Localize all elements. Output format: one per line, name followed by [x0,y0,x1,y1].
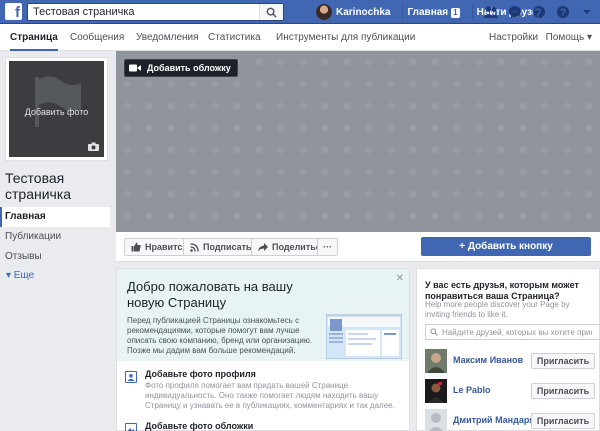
profile-photo-icon [125,371,137,383]
search-button[interactable] [259,4,283,20]
close-icon[interactable]: ✕ [396,273,404,284]
step-title: Добавьте фото обложки [145,421,254,431]
svg-text:?: ? [560,8,566,19]
page-title[interactable]: Тестовая страничка [5,170,113,202]
globe-icon [533,6,545,18]
welcome-panel: ✕ Добро пожаловать на вашу новую Страниц… [116,268,410,431]
messenger-icon [509,6,521,18]
invite-friends-subtitle: Help more people discover your Page by i… [425,300,570,319]
page-illustration-icon [326,314,402,359]
thumbs-up-icon [131,242,141,252]
cover-photo-area: Добавить обложку [116,51,600,232]
top-navigation-bar: f Karinochka Главная1 Найти друзей [0,0,600,24]
invite-friends-title: У вас есть друзья, которым может понрави… [425,280,579,301]
left-page-navigation: Главная Публикации Отзывы ▾ Еще [0,207,110,285]
question-mark-icon: ? [557,6,569,19]
tab-settings[interactable]: Настройки [489,24,538,51]
welcome-header: ✕ Добро пожаловать на вашу новую Страниц… [117,269,409,361]
add-button-button[interactable]: + Добавить кнопку [421,237,591,256]
friend-search-input[interactable] [442,327,592,337]
left-nav-item-reviews[interactable]: Отзывы [0,247,110,267]
friend-avatar[interactable] [425,409,447,431]
home-link-label: Главная [407,6,449,18]
friend-avatar[interactable] [425,349,447,373]
invite-button[interactable]: Пригласить [531,413,595,429]
home-badge: 1 [451,7,460,18]
caret-down-icon [583,10,591,14]
add-cover-button[interactable]: Добавить обложку [124,59,238,77]
friend-row: Le Pablo Пригласить [425,379,600,403]
step-add-cover-photo[interactable]: Добавьте фото обложки [125,421,405,431]
friend-search-box [425,324,600,340]
search-box [27,3,284,21]
tab-notifications[interactable]: Уведомления [136,24,199,51]
step-add-profile-photo[interactable]: Добавьте фото профиля Фото профиля помог… [125,369,405,410]
friend-name-link[interactable]: Le Pablo [453,385,491,395]
messages-button[interactable] [506,3,524,21]
page-action-bar: Нравится Подписаться Поделиться ··· + До… [116,232,600,262]
facebook-logo-icon[interactable]: f [5,3,22,20]
welcome-title: Добро пожаловать на вашу новую Страницу [127,279,293,310]
step-text: Фото профиля помогает вам придать вашей … [145,381,395,410]
search-input[interactable] [28,4,260,20]
rss-icon [190,242,199,252]
invite-button[interactable]: Пригласить [531,383,595,399]
account-menu-button[interactable] [578,3,596,21]
home-link[interactable]: Главная 1 [407,6,460,18]
left-nav-item-posts[interactable]: Публикации [0,227,110,247]
divider [402,5,404,19]
friend-name-link[interactable]: Дмитрий Мандаря... [453,415,542,425]
friend-avatar[interactable] [425,379,447,403]
cover-photo-icon [125,423,137,431]
tab-publishing-tools[interactable]: Инструменты для публикации [276,24,415,51]
friends-icon [483,6,499,18]
user-avatar[interactable] [316,4,332,20]
add-cover-label: Добавить обложку [147,63,231,73]
friend-row: Дмитрий Мандаря... Пригласить [425,409,600,431]
add-profile-photo-area[interactable]: Добавить фото [9,61,104,157]
divider [471,5,473,19]
more-actions-button[interactable]: ··· [317,238,338,256]
left-nav-more[interactable]: ▾ Еще [0,267,110,285]
top-icon-group: ? [476,3,596,21]
friend-row: Максим Иванов Пригласить [425,349,600,373]
welcome-text: Перед публикацией Страницы ознакомьтесь … [127,316,313,355]
flag-icon [35,76,81,127]
add-photo-label: Добавить фото [24,107,89,117]
tab-insights[interactable]: Статистика [208,24,261,51]
invite-button[interactable]: Пригласить [531,353,595,369]
camera-icon[interactable] [88,142,99,151]
video-camera-icon [129,64,141,72]
like-label: Нравится [145,242,188,252]
friend-requests-button[interactable] [482,3,500,21]
friend-name-link[interactable]: Максим Иванов [453,355,523,365]
left-nav-item-home[interactable]: Главная [0,207,110,227]
tab-messages[interactable]: Сообщения [70,24,124,51]
user-name-link[interactable]: Karinochka [336,7,390,18]
step-title: Добавьте фото профиля [145,369,256,379]
help-center-button[interactable]: ? [554,3,572,21]
search-icon [266,7,277,18]
search-icon [430,328,438,336]
page-admin-navigation: Страница Сообщения Уведомления Статистик… [0,24,600,51]
help-dropdown[interactable]: Помощь ▾ [546,24,592,51]
profile-picture-frame: Добавить фото [5,57,108,161]
tab-page[interactable]: Страница [10,24,58,51]
share-arrow-icon [258,242,268,252]
invite-friends-panel: У вас есть друзья, которым может понрави… [416,268,600,431]
notifications-button[interactable] [530,3,548,21]
